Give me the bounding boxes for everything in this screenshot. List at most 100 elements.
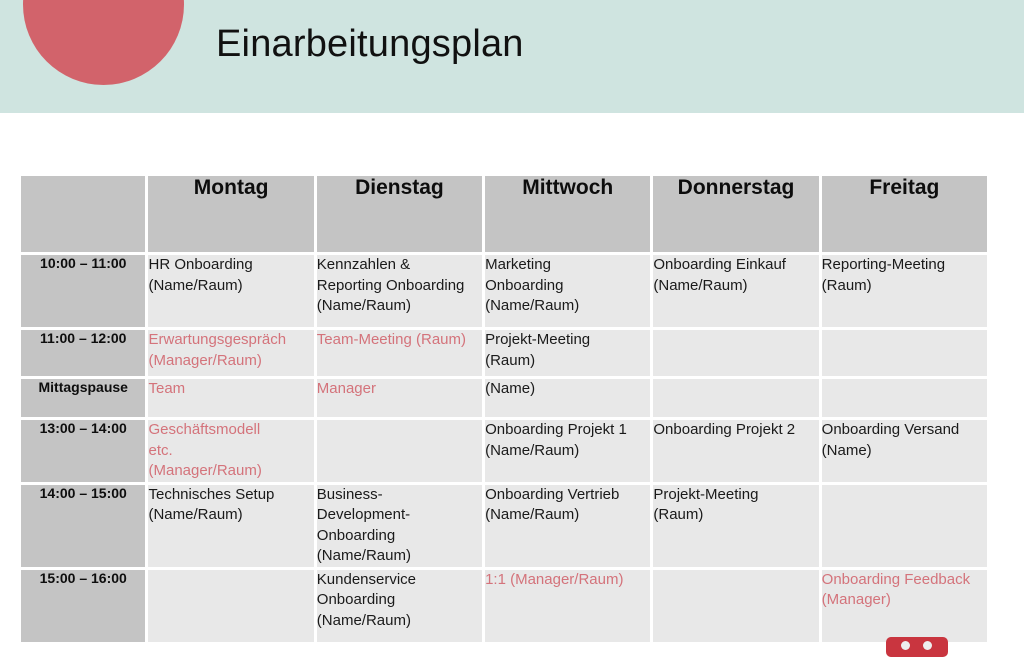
schedule-cell: Onboarding Versand (Name) xyxy=(821,420,987,482)
schedule-cell: Onboarding Projekt 2 xyxy=(653,420,819,482)
schedule-cell-empty xyxy=(148,569,314,642)
schedule-cell-empty xyxy=(653,379,819,417)
schedule-cell: Onboarding Projekt 1 (Name/Raum) xyxy=(485,420,651,482)
schedule-table-container: Montag Dienstag Mittwoch Donnerstag Frei… xyxy=(21,176,993,642)
column-header-freitag: Freitag xyxy=(821,176,987,252)
schedule-cell-line: Onboarding xyxy=(316,591,396,608)
schedule-cell-line: (Manager) xyxy=(821,591,891,608)
table-row: 10:00 – 11:00 HR Onboarding (Name/Raum) Ken… xyxy=(21,255,987,327)
table-header-row: Montag Dienstag Mittwoch Donnerstag Frei… xyxy=(21,176,987,252)
schedule-cell: Geschäftsmodell etc. (Manager/Raum) xyxy=(148,420,314,482)
schedule-cell-line: (Name/Raum) xyxy=(316,297,411,314)
schedule-cell-line: Onboarding Vertrieb xyxy=(485,485,620,503)
table-row: 11:00 – 12:00 Erwartungsgespräch (Manager/… xyxy=(21,330,987,376)
schedule-cell-line: (Name/Raum) xyxy=(485,297,580,314)
schedule-cell: Team-Meeting (Raum) xyxy=(316,330,483,376)
badge-dot-left xyxy=(901,641,910,650)
schedule-cell-line: Kennzahlen & xyxy=(316,256,411,273)
schedule-cell-line: (Manager/Raum) xyxy=(148,351,262,369)
page-header-band: Einarbeitungsplan xyxy=(0,0,1024,113)
time-slot-label: 11:00 – 12:00 xyxy=(21,330,146,376)
page-title: Einarbeitungsplan xyxy=(216,23,524,65)
schedule-cell-line: Onboarding xyxy=(485,276,564,294)
schedule-cell: Technisches Setup (Name/Raum) xyxy=(148,484,314,567)
schedule-table-head: Montag Dienstag Mittwoch Donnerstag Frei… xyxy=(21,176,987,252)
schedule-cell-line: Marketing xyxy=(485,256,551,273)
time-slot-label: Mittagspause xyxy=(21,379,146,417)
schedule-cell-line: Onboarding Versand xyxy=(821,421,960,438)
time-slot-label: 15:00 – 16:00 xyxy=(21,569,146,642)
schedule-cell-line: (Raum) xyxy=(653,506,704,523)
schedule-cell-empty xyxy=(316,420,483,482)
schedule-cell-line: Projekt-Meeting xyxy=(653,485,759,503)
schedule-cell-line: etc. xyxy=(148,441,173,459)
schedule-cell-line: Business- xyxy=(316,485,383,503)
schedule-cell-line: Onboarding Feedback xyxy=(821,570,971,588)
schedule-table-body: 10:00 – 11:00 HR Onboarding (Name/Raum) Ken… xyxy=(21,255,987,642)
schedule-cell-line: (Raum) xyxy=(821,276,872,294)
schedule-cell: Onboarding Einkauf (Name/Raum) xyxy=(653,255,819,327)
schedule-cell: Kennzahlen & Reporting Onboarding (Name/Ra… xyxy=(316,255,483,327)
schedule-cell: (Name) xyxy=(485,379,651,417)
schedule-cell-line: 1:1 (Manager/Raum) xyxy=(485,570,624,588)
schedule-cell: HR Onboarding (Name/Raum) xyxy=(148,255,314,327)
schedule-cell-line: Team xyxy=(148,380,186,397)
schedule-cell-line: (Name/Raum) xyxy=(485,441,580,459)
schedule-cell-line: (Name/Raum) xyxy=(148,506,243,523)
schedule-cell-line: (Name/Raum) xyxy=(653,276,748,294)
schedule-cell-line: Geschäftsmodell xyxy=(148,421,261,438)
table-row: 15:00 – 16:00 Kundenservice Onboarding (Nam… xyxy=(21,569,987,642)
schedule-cell-line: Erwartungsgespräch xyxy=(148,331,287,348)
schedule-cell: Projekt-Meeting (Raum) xyxy=(653,484,819,567)
schedule-cell: Projekt-Meeting (Raum) xyxy=(485,330,651,376)
schedule-cell: Team xyxy=(148,379,314,417)
time-slot-label: 14:00 – 15:00 xyxy=(21,484,146,567)
schedule-cell-line: Onboarding Einkauf xyxy=(653,256,786,273)
schedule-cell: 1:1 (Manager/Raum) xyxy=(485,569,651,642)
table-corner-cell xyxy=(21,176,146,252)
schedule-cell-line: Projekt-Meeting xyxy=(485,331,591,348)
schedule-cell-empty xyxy=(653,569,819,642)
column-header-donnerstag: Donnerstag xyxy=(653,176,819,252)
schedule-cell-line: Technisches Setup xyxy=(148,485,275,503)
column-header-montag: Montag xyxy=(148,176,314,252)
schedule-cell-empty xyxy=(821,330,987,376)
schedule-cell: Marketing Onboarding (Name/Raum) xyxy=(485,255,651,327)
schedule-cell: Erwartungsgespräch (Manager/Raum) xyxy=(148,330,314,376)
badge-dot-right xyxy=(923,641,932,650)
schedule-cell-line: (Name/Raum) xyxy=(148,276,243,294)
column-header-mittwoch: Mittwoch xyxy=(485,176,651,252)
schedule-cell: Manager xyxy=(316,379,483,417)
schedule-cell: Onboarding Feedback (Manager) xyxy=(821,569,987,642)
schedule-cell-empty xyxy=(653,330,819,376)
schedule-cell-line: (Name) xyxy=(485,380,536,397)
schedule-cell-empty xyxy=(821,379,987,417)
column-header-dienstag: Dienstag xyxy=(316,176,483,252)
schedule-cell-line: Manager xyxy=(316,380,376,397)
schedule-cell-line: Onboarding Projekt 1 xyxy=(485,421,627,438)
schedule-cell: Kundenservice Onboarding (Name/Raum) xyxy=(316,569,483,642)
decorative-circle-icon xyxy=(23,0,184,85)
clipped-red-badge-icon xyxy=(886,637,948,657)
schedule-cell-line: (Name) xyxy=(821,441,872,459)
time-slot-label: 10:00 – 11:00 xyxy=(21,255,146,327)
schedule-cell-line: (Raum) xyxy=(485,351,536,369)
schedule-cell-line: (Name/Raum) xyxy=(316,547,411,564)
schedule-cell-line: Reporting Onboarding xyxy=(316,276,465,294)
schedule-cell-line: Onboarding Projekt 2 xyxy=(653,421,796,438)
schedule-cell-line: Kundenservice xyxy=(316,570,417,588)
schedule-cell-line: Onboarding xyxy=(316,526,396,544)
table-row: 13:00 – 14:00 Geschäftsmodell etc. (Manager… xyxy=(21,420,987,482)
schedule-cell: Onboarding Vertrieb (Name/Raum) xyxy=(485,484,651,567)
table-row: Mittagspause Team Manager (Name) xyxy=(21,379,987,417)
schedule-cell-line: Development- xyxy=(316,506,411,523)
time-slot-label: 13:00 – 14:00 xyxy=(21,420,146,482)
schedule-cell: Business- Development- Onboarding (Name/Rau… xyxy=(316,484,483,567)
schedule-cell-line: Team-Meeting (Raum) xyxy=(316,331,466,348)
schedule-cell-line: Reporting-Meeting xyxy=(821,256,946,273)
schedule-table: Montag Dienstag Mittwoch Donnerstag Frei… xyxy=(18,173,990,645)
schedule-cell-line: (Name/Raum) xyxy=(316,611,411,629)
schedule-cell-line: (Name/Raum) xyxy=(485,506,580,523)
schedule-cell-line: (Manager/Raum) xyxy=(148,462,262,479)
schedule-cell: Reporting-Meeting (Raum) xyxy=(821,255,987,327)
